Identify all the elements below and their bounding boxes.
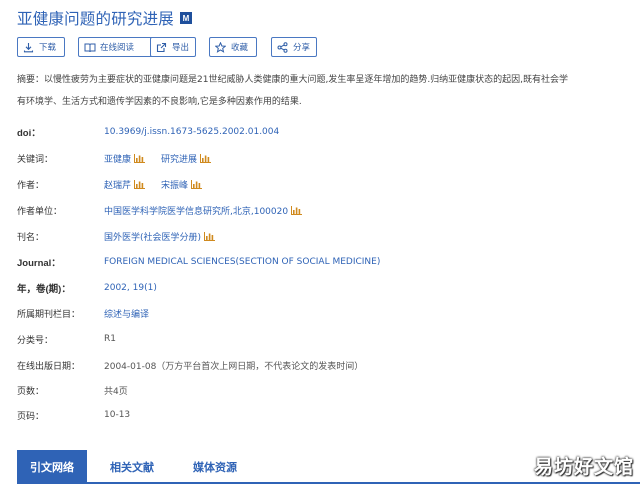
title-row: 亚健康问题的研究进展 M xyxy=(17,6,193,30)
download-icon xyxy=(22,41,35,54)
affiliation-link[interactable]: 中国医学科学院医学信息研究所,北京,100020 xyxy=(104,204,303,217)
affiliation-value: 中国医学科学院医学信息研究所,北京,100020 xyxy=(104,204,318,217)
doi-link[interactable]: 10.3969/j.issn.1673-5625.2002.01.004 xyxy=(104,127,279,137)
bar-chart-icon[interactable] xyxy=(134,153,146,163)
page-range-value: 10-13 xyxy=(104,410,131,420)
authors-label: 作者： xyxy=(17,180,45,191)
pages-label: 页数： xyxy=(17,386,45,397)
read-online-button[interactable]: 在线阅读 xyxy=(78,37,157,57)
abstract: 摘要：以慢性疲劳为主要症状的亚健康问题是21世纪威胁人类健康的重大问题,发生率呈… xyxy=(17,69,640,113)
download-label: 下载 xyxy=(39,43,57,53)
article-title: 亚健康问题的研究进展 xyxy=(17,10,175,28)
tab-citation-network[interactable]: 引文网络 xyxy=(17,450,87,484)
journal-cn-label: 刊名： xyxy=(17,232,45,243)
export-button[interactable]: 导出 xyxy=(150,37,196,57)
pages-value: 共4页 xyxy=(104,386,128,397)
journal-link[interactable]: FOREIGN MEDICAL SCIENCES(SECTION OF SOCI… xyxy=(104,257,380,267)
format-badge[interactable]: M xyxy=(180,12,193,24)
read-online-label: 在线阅读 xyxy=(100,43,135,53)
column-label: 所属期刊栏目： xyxy=(17,309,81,320)
watermark: 易坊好文馆 xyxy=(533,456,634,478)
author-link[interactable]: 赵瑞芹 xyxy=(104,178,146,191)
online-date-label: 在线出版日期： xyxy=(17,361,81,372)
bar-chart-icon[interactable] xyxy=(291,205,303,215)
abstract-line-2: 有环境学、生活方式和遗传学因素的不良影响,它是多种因素作用的结果. xyxy=(17,97,302,107)
online-date-value: 2004-01-08（万方平台首次上网日期，不代表论文的发表时间） xyxy=(104,361,364,372)
bar-chart-icon[interactable] xyxy=(204,231,216,241)
year-volume-link[interactable]: 2002, 19(1) xyxy=(104,283,157,293)
star-icon xyxy=(214,41,227,54)
share-icon xyxy=(276,41,289,54)
class-value: R1 xyxy=(104,334,116,344)
page-range-label: 页码： xyxy=(17,411,45,422)
doi-label: doi： xyxy=(17,128,41,139)
journal-label: Journal： xyxy=(17,258,61,269)
column-link[interactable]: 综述与编译 xyxy=(104,307,149,320)
author-link[interactable]: 宋振峰 xyxy=(161,178,203,191)
export-label: 导出 xyxy=(172,43,190,53)
tab-media-resources[interactable]: 媒体资源 xyxy=(177,450,253,484)
abstract-line-1: 摘要：以慢性疲劳为主要症状的亚健康问题是21世纪威胁人类健康的重大问题,发生率呈… xyxy=(17,75,569,85)
keywords-label: 关键词： xyxy=(17,154,54,165)
download-button[interactable]: 下载 xyxy=(17,37,65,57)
favorite-button[interactable]: 收藏 xyxy=(209,37,257,57)
journal-cn-link[interactable]: 国外医学(社会医学分册) xyxy=(104,230,216,243)
class-label: 分类号： xyxy=(17,335,54,346)
authors-value: 赵瑞芹 宋振峰 xyxy=(104,178,218,191)
bar-chart-icon[interactable] xyxy=(200,153,212,163)
share-button[interactable]: 分享 xyxy=(271,37,317,57)
journal-cn-value: 国外医学(社会医学分册) xyxy=(104,230,231,243)
tab-related-literature[interactable]: 相关文献 xyxy=(95,450,169,484)
export-icon xyxy=(155,41,168,54)
keyword-link[interactable]: 研究进展 xyxy=(161,152,212,165)
favorite-label: 收藏 xyxy=(231,43,249,53)
keywords-value: 亚健康 研究进展 xyxy=(104,152,227,165)
year-volume-label: 年，卷(期)： xyxy=(17,284,71,295)
keyword-link[interactable]: 亚健康 xyxy=(104,152,146,165)
bar-chart-icon[interactable] xyxy=(191,179,203,189)
affiliation-label: 作者单位： xyxy=(17,206,63,217)
share-label: 分享 xyxy=(293,43,311,53)
bar-chart-icon[interactable] xyxy=(134,179,146,189)
book-icon xyxy=(83,41,96,54)
